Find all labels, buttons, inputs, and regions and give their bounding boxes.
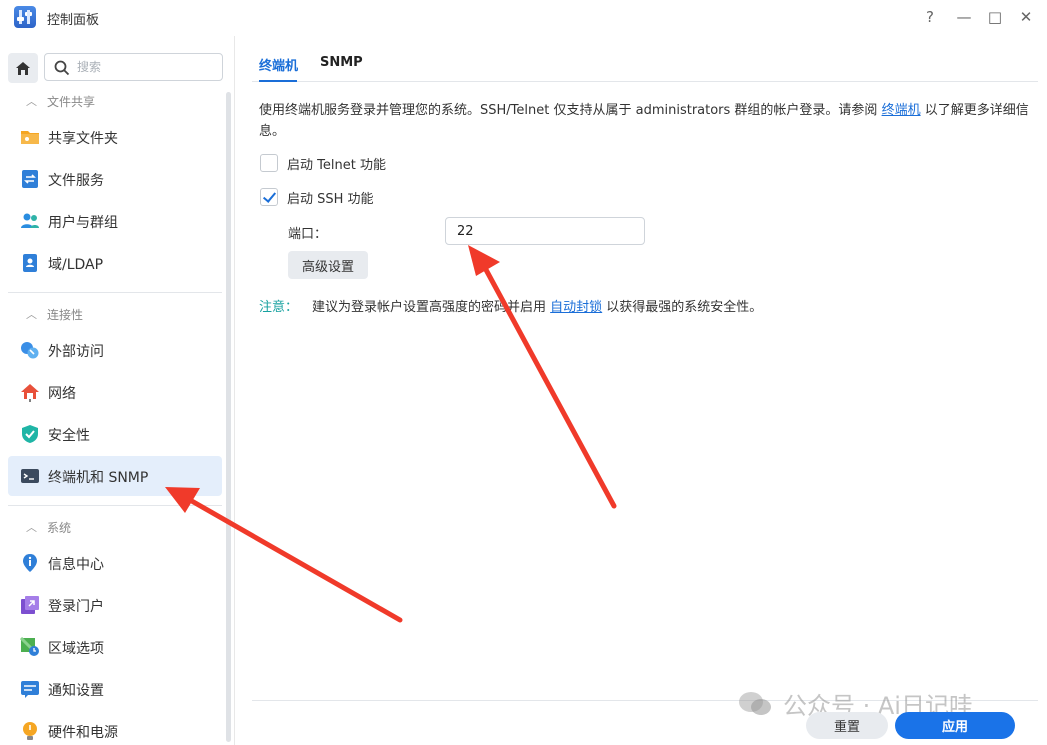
help-icon[interactable]: ? [918, 6, 942, 28]
section-header-connectivity[interactable]: ︿ 连接性 [26, 305, 83, 323]
sidebar-item-info-center[interactable]: 信息中心 [8, 543, 222, 583]
sidebar-item-hardware-power[interactable]: 硬件和电源 [8, 711, 222, 745]
sidebar-item-domain-ldap[interactable]: 域/LDAP [8, 243, 222, 283]
home-button[interactable] [8, 53, 38, 83]
control-panel-app-icon [14, 6, 36, 28]
chevron-up-icon: ︿ [26, 521, 37, 534]
security-shield-icon [22, 425, 38, 443]
port-label: 端口： [288, 227, 328, 242]
section-header-system[interactable]: ︿ 系统 [26, 518, 71, 536]
search-input[interactable] [77, 57, 217, 77]
home-icon [16, 61, 30, 75]
external-access-icon [21, 342, 39, 359]
network-icon [21, 384, 39, 402]
close-icon[interactable]: ✕ [1014, 6, 1038, 28]
ssh-checkbox[interactable] [260, 188, 278, 206]
arrow-to-port-input [468, 245, 617, 509]
tab-snmp[interactable]: SNMP [320, 55, 363, 70]
sidebar-item-notification[interactable]: 通知设置 [8, 669, 222, 709]
chevron-up-icon: ︿ [26, 95, 37, 108]
sidebar-item-network[interactable]: 网络 [8, 372, 222, 412]
sidebar-item-security[interactable]: 安全性 [8, 414, 222, 454]
telnet-label: 启动 Telnet 功能 [287, 157, 386, 173]
search-box[interactable] [44, 53, 223, 81]
notification-icon [21, 681, 39, 698]
shared-folder-icon [21, 131, 39, 144]
note-tag: 注意： [259, 300, 299, 315]
advanced-settings-button[interactable]: 高级设置 [288, 251, 368, 279]
apply-button[interactable]: 应用 [895, 712, 1015, 739]
sidebar-item-shared-folder[interactable]: 共享文件夹 [8, 117, 222, 157]
reset-button[interactable]: 重置 [806, 712, 888, 739]
file-services-icon [22, 170, 38, 188]
telnet-checkbox[interactable] [260, 154, 278, 172]
minimize-icon[interactable]: — [952, 6, 976, 28]
tab-terminal[interactable]: 终端机 [259, 55, 298, 74]
domain-ldap-icon [23, 254, 37, 272]
active-tab-indicator [259, 80, 297, 82]
tab-bar: 终端机 SNMP [252, 36, 1038, 82]
hardware-power-icon [23, 722, 37, 740]
section-header-file-sharing[interactable]: ︿ 文件共享 [26, 92, 95, 110]
window-title: 控制面板 [47, 13, 100, 28]
search-icon [54, 60, 70, 76]
title-bar: 控制面板 ? — □ ✕ [0, 0, 1047, 34]
sidebar-item-external-access[interactable]: 外部访问 [8, 330, 222, 370]
sidebar-item-users-groups[interactable]: 用户与群组 [8, 201, 222, 241]
telnet-option[interactable]: 启动 Telnet 功能 [260, 153, 386, 173]
section-divider [8, 505, 222, 506]
ssh-option[interactable]: 启动 SSH 功能 [260, 187, 374, 207]
sidebar-item-login-portal[interactable]: 登录门户 [8, 585, 222, 625]
chevron-up-icon: ︿ [26, 308, 37, 321]
auto-block-link[interactable]: 自动封锁 [550, 300, 602, 315]
wechat-icon [739, 691, 771, 715]
section-divider [8, 292, 222, 293]
terminal-icon [21, 469, 39, 483]
info-center-icon [23, 554, 37, 572]
sidebar-item-terminal-snmp[interactable]: 终端机和 SNMP [8, 456, 222, 496]
users-groups-icon [21, 213, 39, 228]
terminal-description: 使用终端机服务登录并管理您的系统。SSH/Telnet 仅支持从属于 admin… [259, 103, 1029, 139]
login-portal-icon [21, 596, 39, 614]
regional-options-icon [20, 637, 39, 656]
sidebar: ︿ 文件共享 共享文件夹 文件服务 用户与群组 域/LDAP ︿ 连接性 外部访… [0, 36, 235, 745]
sidebar-item-regional-options[interactable]: 区域选项 [8, 627, 222, 667]
ssh-label: 启动 SSH 功能 [287, 191, 374, 207]
terminal-help-link[interactable]: 终端机 [882, 103, 921, 118]
port-input[interactable] [445, 217, 645, 245]
security-note: 注意： 建议为登录帐户设置高强度的密码并启用 自动封锁 以获得最强的系统安全性。 [259, 300, 763, 315]
sidebar-scrollbar[interactable] [226, 92, 231, 742]
sidebar-item-file-services[interactable]: 文件服务 [8, 159, 222, 199]
maximize-icon[interactable]: □ [983, 6, 1007, 28]
